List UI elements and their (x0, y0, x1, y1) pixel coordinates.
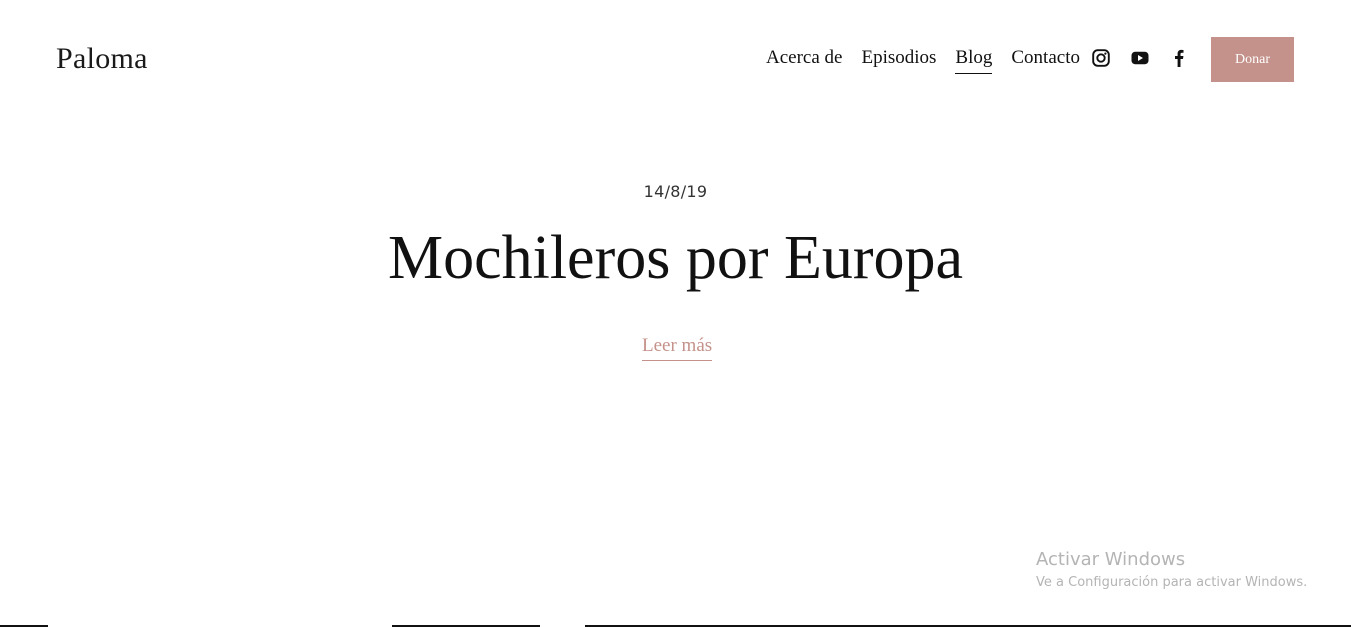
facebook-icon[interactable] (1169, 48, 1189, 68)
site-logo[interactable]: Paloma (56, 40, 148, 78)
nav-link-contacto[interactable]: Contacto (1011, 44, 1080, 73)
youtube-icon[interactable] (1130, 48, 1150, 68)
windows-activation-watermark: Activar Windows Ve a Configuración para … (1036, 548, 1307, 592)
read-more-link[interactable]: Leer más (642, 334, 713, 361)
social-links (1091, 48, 1189, 68)
post-date: 14/8/19 (643, 182, 708, 201)
watermark-subtitle: Ve a Configuración para activar Windows. (1036, 575, 1308, 590)
nav-link-episodios[interactable]: Episodios (861, 44, 936, 73)
nav-link-acerca-de[interactable]: Acerca de (766, 44, 842, 73)
nav-link-blog[interactable]: Blog (955, 44, 993, 74)
post-title[interactable]: Mochileros por Europa (0, 222, 1351, 294)
donate-button[interactable]: Donar (1211, 37, 1294, 82)
main-nav: Acerca de Episodios Blog Contacto (766, 44, 1099, 74)
instagram-icon[interactable] (1091, 48, 1111, 68)
watermark-title: Activar Windows (1036, 549, 1186, 570)
